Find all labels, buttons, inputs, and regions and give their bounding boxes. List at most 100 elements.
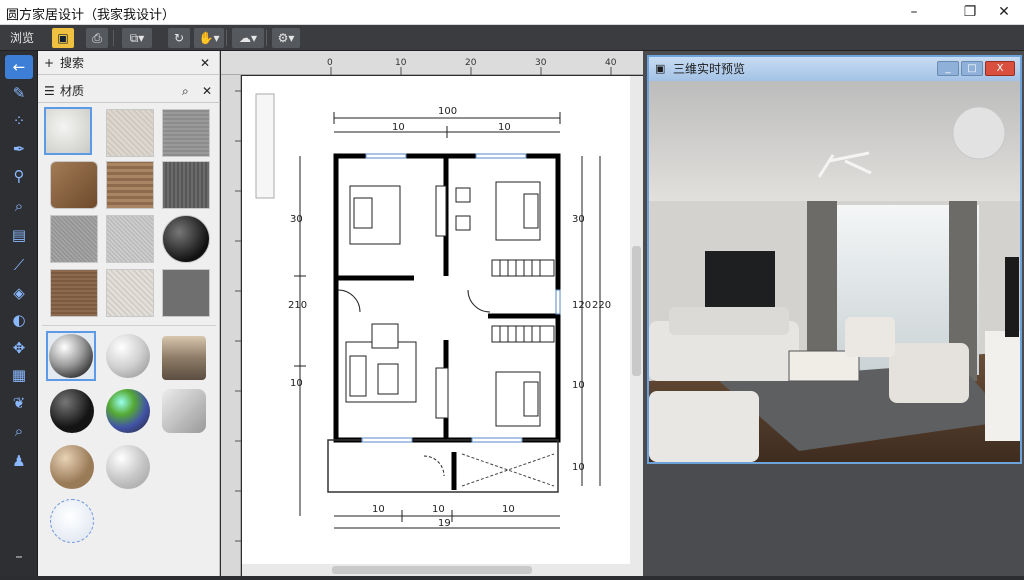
rotate-icon[interactable]: ↻ (168, 28, 190, 48)
material-swatch[interactable] (106, 269, 154, 317)
leaf-icon[interactable]: ❦ (5, 391, 33, 415)
pin-icon[interactable]: ⚲ (5, 164, 33, 188)
floor-plan: 100 10 10 30 210 10 30 120 220 10 10 10 … (255, 93, 611, 529)
layout-icon[interactable]: ▦ (5, 363, 33, 387)
scroll-thumb[interactable] (632, 246, 641, 376)
figure-icon[interactable]: ♟ (5, 449, 33, 473)
realtime-3d-preview-window[interactable]: ▣ 三维实时预览 _ □ X (647, 55, 1022, 464)
cube-icon[interactable]: ▤ (5, 223, 33, 247)
close-button[interactable]: ✕ (982, 0, 1024, 25)
cylinder-icon[interactable]: ◐ (5, 308, 33, 332)
material-panel: + 搜索 ✕ ☰ 材质 ⌕ ✕ (38, 51, 220, 576)
tab-close-icon[interactable]: ✕ (202, 79, 212, 103)
stack-tile-icon[interactable] (162, 336, 206, 380)
dim-label: 210 (288, 300, 307, 311)
main-toolbar: 浏览 ▣ ⎙ ⧉▾ ↻ ✋▾ ☁▾ ⚙▾ (0, 25, 1024, 51)
pen-icon[interactable]: ✒ (5, 137, 33, 161)
ruler-label: 0 (327, 58, 333, 68)
ruler-label: 40 (605, 58, 617, 68)
dim-label: 120 (572, 300, 591, 311)
move-icon[interactable]: ✥ (5, 336, 33, 360)
empty-material-icon[interactable] (50, 499, 94, 543)
material-swatch[interactable] (50, 215, 98, 263)
preview-close-button[interactable]: X (985, 61, 1015, 76)
window-title: 圆方家居设计（我家我设计） (6, 8, 176, 23)
copy-icon[interactable]: ⧉▾ (122, 28, 152, 48)
toolbar-divider (113, 30, 114, 46)
cloud-icon[interactable]: ☁▾ (232, 28, 264, 48)
view-navigation-icon (952, 106, 1006, 160)
minus-icon[interactable]: – (5, 544, 33, 568)
iridescent-ball-icon[interactable] (106, 389, 150, 433)
panel-tab-header: ☰ 材质 ⌕ ✕ (38, 79, 220, 103)
material-swatch[interactable] (106, 161, 154, 209)
ruler-label: 20 (465, 58, 477, 68)
material-swatch[interactable] (162, 161, 210, 209)
white-ball-icon[interactable] (106, 334, 150, 378)
toolbar-divider (266, 30, 267, 46)
hand-icon[interactable]: ✋▾ (194, 28, 224, 48)
ruler-icon[interactable]: ⟋ (5, 253, 33, 277)
paint-bucket-icon[interactable]: ◈ (5, 281, 33, 305)
dim-label: 10 (572, 462, 585, 473)
dim-label: 10 (392, 122, 405, 133)
search-icon[interactable]: ⌕ (182, 79, 189, 103)
vertical-scrollbar[interactable] (630, 76, 643, 564)
material-swatch[interactable] (162, 215, 210, 263)
horizontal-scrollbar[interactable] (242, 564, 643, 576)
silver-ball-icon[interactable] (106, 445, 150, 489)
zoom-icon[interactable]: ⌕ (5, 194, 33, 218)
dim-label: 30 (290, 214, 303, 225)
tab-material[interactable]: 材质 (60, 79, 84, 103)
bronze-ball-icon[interactable] (50, 445, 94, 489)
toolbar-divider (226, 30, 227, 46)
material-swatch[interactable] (162, 109, 210, 157)
panel-search-header: + 搜索 ✕ (38, 51, 220, 75)
title-bar: 圆方家居设计（我家我设计） – ❐ ✕ (0, 0, 1024, 25)
dim-label: 10 (498, 122, 511, 133)
preview-minimize-button[interactable]: _ (937, 61, 959, 76)
material-swatch[interactable] (162, 269, 210, 317)
add-icon[interactable]: + (44, 51, 54, 75)
window-icon: ▣ (655, 62, 666, 75)
print-icon[interactable]: ⎙ (86, 28, 108, 48)
preview-title: 三维实时预览 (673, 62, 746, 76)
material-swatch[interactable] (44, 107, 92, 155)
horizontal-ruler-ticks: 0 10 20 30 40 (327, 58, 617, 75)
vertical-ruler-ticks (235, 90, 241, 542)
plan-tool-palette[interactable] (255, 93, 275, 199)
material-swatch[interactable] (106, 109, 154, 157)
preview-title-bar[interactable]: ▣ 三维实时预览 _ □ X (649, 57, 1020, 81)
material-swatch[interactable] (50, 269, 98, 317)
furniture (345, 181, 541, 427)
browse-button[interactable]: 浏览 (10, 28, 34, 48)
dim-label: 10 (432, 504, 445, 515)
settings-icon[interactable]: ⚙▾ (272, 28, 300, 48)
pencil-icon[interactable]: ✎ (5, 81, 33, 105)
vertical-ruler (221, 51, 241, 576)
material-swatch[interactable] (106, 215, 154, 263)
chrome-ball-icon[interactable] (49, 334, 93, 378)
dim-label: 19 (438, 518, 451, 529)
preview-maximize-button[interactable]: □ (961, 61, 983, 76)
room-render (649, 81, 1020, 462)
back-arrow-icon[interactable]: ← (5, 55, 33, 79)
material-swatch[interactable] (50, 161, 98, 209)
scroll-thumb[interactable] (332, 566, 532, 574)
floor-plan-canvas[interactable]: 100 10 10 30 210 10 30 120 220 10 10 10 … (242, 76, 630, 564)
select-icon[interactable]: ⁘ (5, 109, 33, 133)
panel-divider (42, 325, 216, 326)
ruler-label: 10 (395, 58, 407, 68)
dim-label: 220 (592, 300, 611, 311)
minimize-button[interactable]: – (892, 0, 936, 25)
panel-close-icon[interactable]: ✕ (200, 51, 210, 75)
brand-icon[interactable]: ▣ (52, 28, 74, 48)
metal-plate-icon[interactable] (162, 389, 206, 433)
dim-label: 30 (572, 214, 585, 225)
dim-label: 10 (502, 504, 515, 515)
search-icon[interactable]: ⌕ (5, 419, 33, 443)
black-ball-icon[interactable] (50, 389, 94, 433)
dim-label: 10 (572, 380, 585, 391)
dim-label: 10 (372, 504, 385, 515)
search-title: 搜索 (60, 56, 85, 70)
